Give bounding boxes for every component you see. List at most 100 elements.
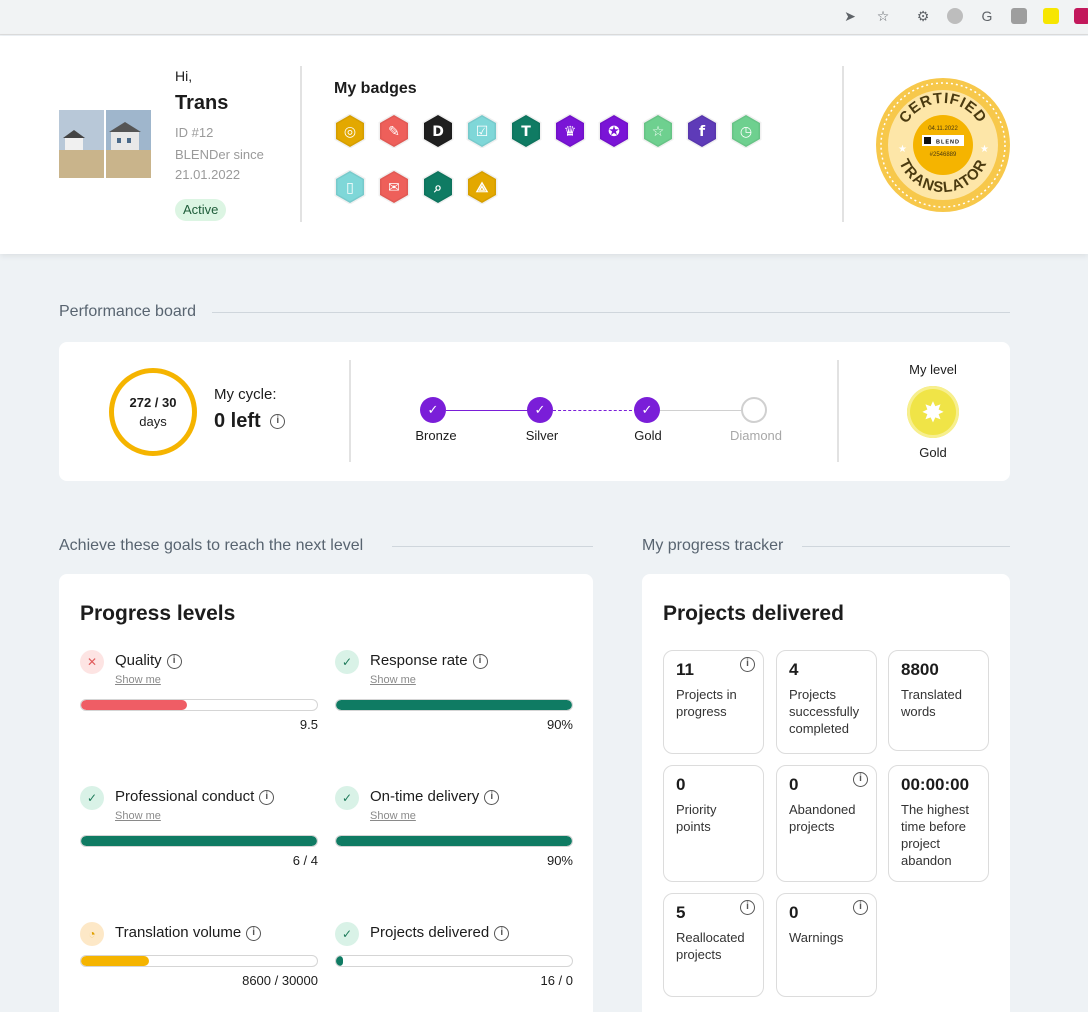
stat-label: Projects in progress [676, 687, 737, 719]
stat-tile: 5 Reallocated projects i [663, 893, 764, 997]
show-me-link[interactable]: Show me [115, 810, 161, 822]
svg-text:✪: ✪ [608, 124, 620, 140]
metric-label: Response rate i [370, 652, 488, 669]
stopwatch-icon[interactable]: ◷ [729, 114, 763, 148]
user-id: ID #12 [175, 125, 214, 140]
svg-text:☑: ☑ [476, 124, 489, 140]
stat-label: Reallocated projects [676, 930, 745, 962]
svg-text:D: D [432, 124, 444, 140]
extension-bolt-icon[interactable] [947, 8, 963, 24]
quill-icon[interactable]: ✎ [377, 114, 411, 148]
extension-g-icon[interactable]: G [978, 7, 996, 25]
target-icon[interactable]: ◎ [333, 114, 367, 148]
info-icon[interactable]: i [259, 789, 275, 805]
avatar[interactable] [59, 110, 151, 178]
info-icon[interactable]: i [494, 925, 510, 941]
cert-brand: BLEND [936, 140, 960, 146]
cross-icon: ✕ [80, 650, 104, 674]
show-me-link[interactable]: Show me [370, 674, 416, 686]
divider [300, 66, 302, 222]
metric-value: 16 / 0 [540, 973, 573, 988]
info-icon[interactable]: i [270, 414, 286, 430]
step-gold-check-icon: ✓ [634, 397, 660, 423]
progress-bar-fill [336, 700, 572, 710]
metric-label-text: Translation volume [115, 924, 242, 941]
step-diamond-empty-icon [741, 397, 767, 423]
check-icon: ✓ [335, 922, 359, 946]
magnifier-icon[interactable]: ⌕ [421, 170, 455, 204]
svg-text:✉: ✉ [388, 180, 400, 196]
extension-gear-icon[interactable]: ⚙ [914, 7, 932, 25]
step-connector [660, 410, 744, 411]
info-icon[interactable]: i [484, 789, 500, 805]
step-label: Silver [525, 428, 559, 443]
divider [842, 66, 844, 222]
extension-pink-icon[interactable] [1074, 8, 1088, 24]
show-me-link[interactable]: Show me [115, 674, 161, 686]
metric-value: 90% [546, 853, 573, 868]
stat-value: 0 [676, 775, 686, 794]
extension-avatar-icon[interactable] [1011, 8, 1027, 24]
section-divider [212, 312, 1010, 313]
cycle-progress-ring: 272 / 30 days [109, 368, 197, 456]
extension-i-icon[interactable] [1043, 8, 1059, 24]
svg-text:✎: ✎ [388, 124, 400, 140]
network-icon[interactable]: ⟁ [465, 170, 499, 204]
info-icon[interactable]: i [853, 772, 868, 787]
greeting: Hi, [175, 68, 193, 84]
metric-label-text: Professional conduct [115, 788, 255, 805]
checkbox-icon[interactable]: ☑ [465, 114, 499, 148]
tracker-title: Projects delivered [663, 602, 844, 625]
progress-bar-fill [81, 836, 317, 846]
browser-toolbar: ➤ ☆ ⚙ G [0, 0, 1088, 35]
facebook-icon[interactable]: f [685, 114, 719, 148]
stat-tile: 11 Projects in progress i [663, 650, 764, 754]
blend-d-icon[interactable]: D [421, 114, 455, 148]
stat-label: Projects successfully completed [789, 687, 860, 736]
cycle-unit: days [139, 414, 167, 429]
info-icon[interactable]: i [853, 900, 868, 915]
stat-tile: 8800 Translated words [888, 650, 989, 751]
metric-label: On-time delivery i [370, 788, 500, 805]
info-icon[interactable]: i [246, 925, 262, 941]
svg-text:◷: ◷ [740, 124, 752, 140]
progress-bar-fill [336, 836, 572, 846]
progress-bar-fill [336, 956, 344, 966]
address-bar[interactable] [0, 3, 900, 31]
stat-tile: 0 Priority points [663, 765, 764, 882]
cert-number: #2546889 [930, 152, 957, 158]
stat-tile: 0 Abandoned projects i [776, 765, 877, 882]
metric-label-text: On-time delivery [370, 788, 480, 805]
show-me-link[interactable]: Show me [370, 810, 416, 822]
info-icon[interactable]: i [166, 653, 182, 669]
step-label: Diamond [729, 428, 783, 443]
section-divider [802, 546, 1010, 547]
text-format-icon[interactable]: T [509, 114, 543, 148]
share-icon[interactable]: ➤ [841, 7, 859, 25]
info-icon[interactable]: i [740, 900, 755, 915]
metric-value: 90% [546, 717, 573, 732]
user-name: Trans [175, 92, 229, 114]
speech-bubble-icon[interactable]: ✉ [377, 170, 411, 204]
step-connector [446, 410, 530, 411]
svg-text:☆: ☆ [652, 124, 665, 140]
svg-text:⌕: ⌕ [433, 180, 442, 196]
bookmark-star-icon[interactable]: ☆ [874, 7, 892, 25]
stat-value: 8800 [901, 660, 939, 679]
crown-icon[interactable]: ♛ [553, 114, 587, 148]
star-icon[interactable]: ☆ [641, 114, 675, 148]
star-seal-icon[interactable]: ✪ [597, 114, 631, 148]
cycle-ratio: 272 / 30 [129, 395, 177, 410]
cycle-left: 0 left i [214, 410, 286, 433]
phone-icon[interactable]: ▯ [333, 170, 367, 204]
cycle-label: My cycle: [214, 386, 277, 403]
member-since: BLENDer since 21.01.2022 [175, 147, 264, 182]
info-icon[interactable]: i [740, 657, 755, 672]
divider [837, 360, 839, 462]
info-icon[interactable]: i [472, 653, 488, 669]
cert-star-icon: ★ [898, 144, 907, 155]
progress-bar [80, 955, 318, 967]
stat-tile: 4 Projects successfully completed [776, 650, 877, 754]
stat-tile: 00:00:00 The highest time before project … [888, 765, 989, 882]
certified-translator-seal[interactable]: CERTIFIED TRANSLATOR 04.11.2022 BLEND #2… [874, 76, 1012, 214]
